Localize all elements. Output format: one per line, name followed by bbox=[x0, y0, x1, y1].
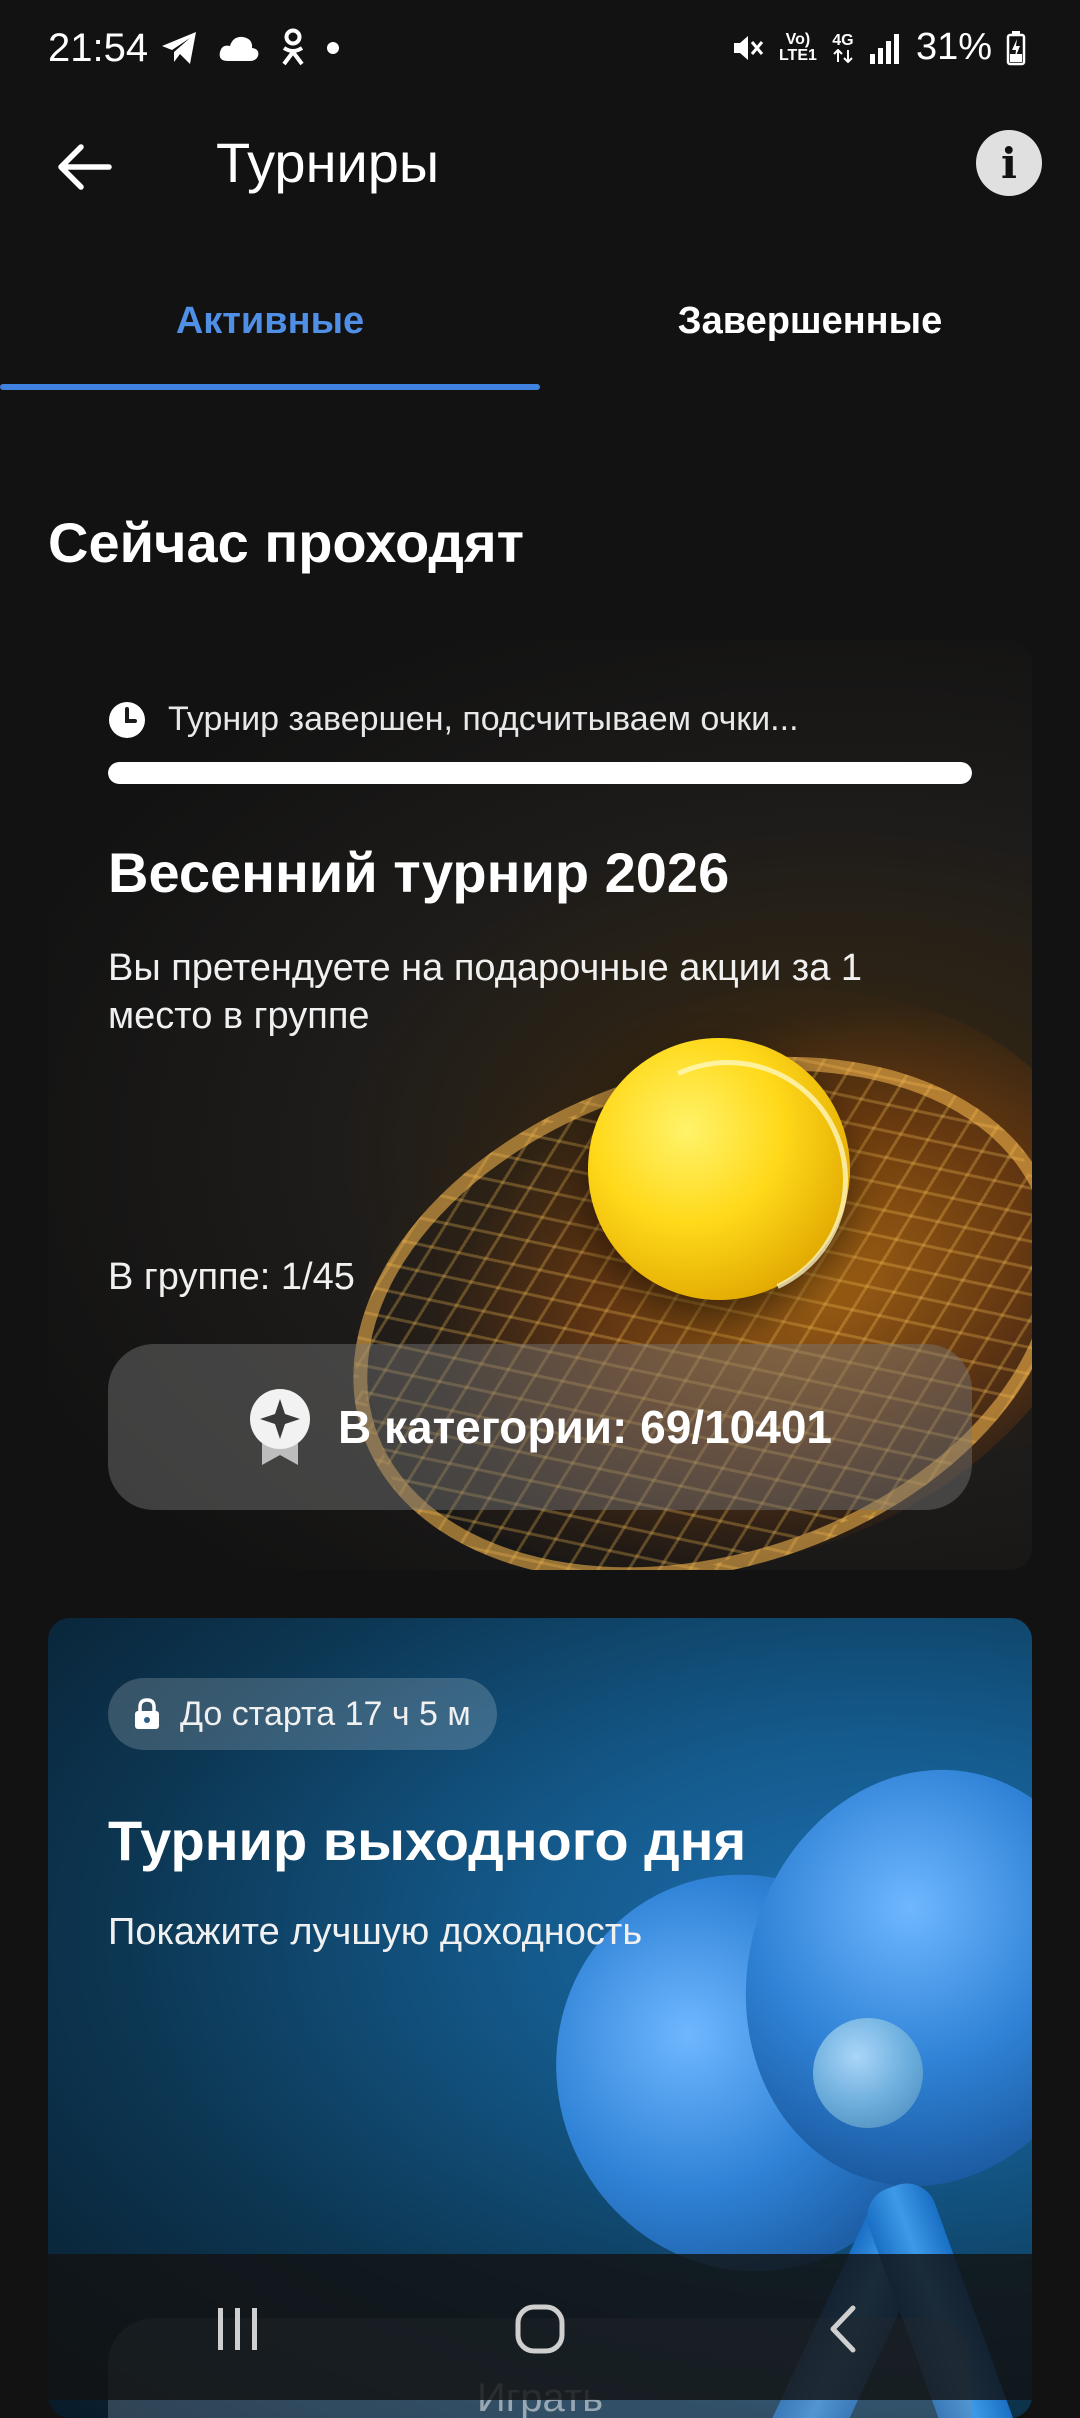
system-back-button[interactable] bbox=[762, 2274, 922, 2384]
odnoklassniki-icon bbox=[282, 28, 304, 66]
app-bar: Турниры i bbox=[0, 100, 1080, 230]
tournament-progress-bar bbox=[108, 762, 972, 784]
chevron-left-icon bbox=[830, 2305, 856, 2353]
battery-percent: 31% bbox=[915, 26, 992, 68]
progress-fill bbox=[108, 762, 972, 784]
tab-indicator bbox=[0, 384, 540, 390]
status-time: 21:54 bbox=[48, 26, 149, 70]
countdown-text: До старта 17 ч 5 м bbox=[180, 1694, 471, 1733]
home-button[interactable] bbox=[460, 2274, 620, 2384]
tournament-card-spring[interactable]: Турнир завершен, подсчитываем очки... Ве… bbox=[48, 640, 1032, 1570]
arrow-left-icon bbox=[58, 144, 112, 190]
recents-button[interactable] bbox=[158, 2274, 318, 2384]
cloud-icon bbox=[219, 36, 259, 61]
tournament-description: Вы претендуете на подарочные акции за 1 … bbox=[108, 947, 863, 1037]
status-bar: 21:54 Vo) LTE1 4G 31% bbox=[0, 0, 1080, 100]
back-button[interactable] bbox=[40, 122, 130, 212]
system-status-icons: Vo) LTE1 4G 31% bbox=[730, 26, 1026, 69]
recents-icon bbox=[218, 2308, 257, 2350]
info-icon: i bbox=[1001, 138, 1017, 188]
tab-completed[interactable]: Завершенные bbox=[540, 250, 1080, 392]
lock-icon bbox=[135, 1698, 159, 1729]
notification-icons bbox=[160, 28, 340, 68]
data-arrows-icon bbox=[833, 48, 853, 63]
network-type: 4G bbox=[832, 32, 854, 63]
system-nav-bar bbox=[0, 2254, 1080, 2400]
tournament-description: Покажите лучшую доходность bbox=[108, 1911, 643, 1953]
dot-icon bbox=[327, 42, 339, 54]
ping-pong-ball-image bbox=[813, 2018, 923, 2128]
section-heading: Сейчас проходят bbox=[48, 511, 525, 574]
clock-icon bbox=[109, 701, 145, 738]
info-button[interactable]: i bbox=[976, 130, 1042, 196]
home-icon bbox=[515, 2304, 565, 2354]
page-title: Турниры bbox=[216, 131, 440, 194]
tab-bar: Активные Завершенные bbox=[0, 250, 1080, 392]
category-rank: В категории: 69/10401 bbox=[338, 1401, 832, 1453]
tab-active[interactable]: Активные bbox=[0, 250, 540, 392]
signal-icon bbox=[869, 33, 899, 64]
award-badge-icon bbox=[250, 1389, 310, 1465]
tournament-title: Весенний турнир 2026 bbox=[108, 841, 730, 904]
battery-charging-icon bbox=[1006, 30, 1026, 65]
mute-icon bbox=[733, 35, 764, 60]
volte-label: Vo) LTE1 bbox=[778, 30, 817, 64]
telegram-icon bbox=[162, 32, 196, 64]
countdown-pill: До старта 17 ч 5 м bbox=[108, 1678, 497, 1750]
status-text: Турнир завершен, подсчитываем очки... bbox=[168, 700, 799, 738]
group-rank: В группе: 1/45 bbox=[108, 1256, 355, 1298]
tournament-title: Турнир выходного дня bbox=[108, 1809, 747, 1872]
category-rank-pill[interactable]: В категории: 69/10401 bbox=[108, 1344, 972, 1510]
tournament-status: Турнир завершен, подсчитываем очки... bbox=[108, 700, 799, 739]
